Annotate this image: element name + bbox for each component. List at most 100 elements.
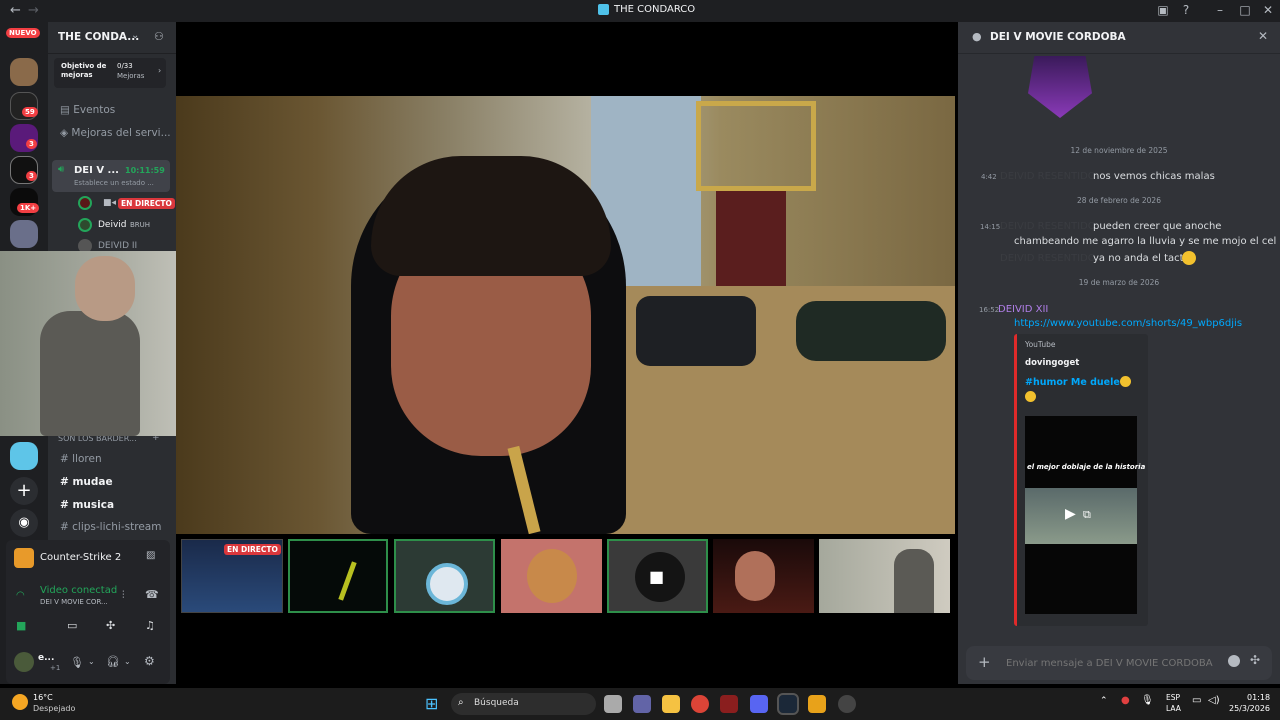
embed-title[interactable]: #humor Me duele [1025, 377, 1120, 388]
play-icon[interactable]: ▶ [1065, 506, 1076, 522]
emoji-picker-icon[interactable] [1228, 655, 1240, 667]
chrome-icon[interactable] [691, 695, 709, 713]
headphones-icon[interactable]: 🎧︎ [106, 655, 120, 668]
voice-channel-item[interactable]: 🔊︎ DEI V ... 10:11:59 Establece un estad… [52, 160, 170, 192]
game-icon[interactable] [808, 695, 826, 713]
boost-goal[interactable]: Objetivo de mejoras 0/33 Mejoras › [54, 58, 166, 88]
add-friend-icon[interactable]: ⚇ [154, 30, 164, 43]
avatar[interactable] [14, 652, 34, 672]
hash-icon: # [60, 453, 73, 465]
moon-weather-icon[interactable] [12, 694, 28, 710]
taskbar-search[interactable]: ⌕ Búsqueda [451, 693, 596, 715]
title-bar: ← → THE CONDARCO ▣ ? – □ ✕ [0, 0, 1280, 22]
windows-start-icon[interactable]: ⊞ [425, 694, 438, 713]
voice-user-name[interactable]: Deivid [98, 220, 127, 230]
weather-temp[interactable]: 16°C [33, 693, 53, 702]
chevron-up-icon[interactable]: ⌃ [1100, 696, 1108, 706]
participant-thumbnail[interactable] [501, 539, 602, 613]
message-author[interactable]: DEIVID RESENTIDO [1000, 171, 1096, 182]
steam-icon[interactable] [777, 693, 799, 715]
voice-connected-status[interactable]: Video conectad [40, 585, 117, 596]
video-stage: EN DIRECTO ■ [176, 22, 955, 684]
chat-app-icon[interactable] [633, 695, 651, 713]
minimize-icon[interactable]: – [1212, 3, 1228, 17]
server-header[interactable]: THE CONDA... ⌄ ⚇ [48, 22, 176, 54]
close-window-icon[interactable]: ✕ [1260, 3, 1276, 17]
app-icon[interactable] [838, 695, 856, 713]
server-icon[interactable] [10, 220, 38, 248]
tray-mic-icon[interactable]: 🎙︎ [1141, 695, 1154, 706]
clock-date[interactable]: 25/3/2026 [1229, 704, 1270, 713]
avatar[interactable] [78, 196, 92, 210]
tray-app-icon[interactable]: ● [1121, 695, 1130, 706]
avatar[interactable] [78, 218, 92, 232]
mention-badge: 59 [22, 107, 38, 117]
game-overlay-icon[interactable]: ▨ [146, 550, 155, 561]
file-explorer-icon[interactable] [662, 695, 680, 713]
text-channel-item[interactable]: # clips-lichi-stream [60, 521, 161, 533]
participant-thumbnail[interactable] [819, 539, 950, 613]
message-author[interactable]: DEIVID RESENTIDO [1000, 253, 1096, 264]
discord-icon[interactable] [750, 695, 768, 713]
chat-header: ● DEI V MOVIE CORDOBA ✕ [958, 22, 1280, 54]
activities-icon[interactable]: ✣ [106, 619, 115, 632]
microphone-icon[interactable]: 🎙︎ [70, 656, 84, 669]
text-channel-item[interactable]: # lloren [60, 453, 102, 465]
maximize-icon[interactable]: □ [1237, 3, 1253, 17]
person-face [735, 551, 775, 601]
participant-thumbnail[interactable] [713, 539, 814, 613]
keyboard-layout[interactable]: LAA [1166, 704, 1181, 713]
participant-thumbnail[interactable]: EN DIRECTO [181, 539, 283, 613]
camera-toggle-icon[interactable]: ■ [16, 619, 26, 632]
text-channel-item[interactable]: # musica [60, 499, 114, 511]
message-composer[interactable]: + ✣ [966, 646, 1272, 680]
settings-gear-icon[interactable]: ⚙ [144, 654, 155, 668]
server-icon[interactable] [10, 442, 38, 470]
chevron-down-icon[interactable]: ⌄ [88, 657, 95, 666]
new-badge: NUEVO [6, 28, 40, 38]
chat-panel: ● DEI V MOVIE CORDOBA ✕ 12 de noviembre … [958, 22, 1280, 684]
voice-user-name[interactable]: DEIVID II [98, 241, 137, 251]
inbox-icon[interactable]: ▣ [1155, 3, 1171, 17]
user-name[interactable]: e... [38, 653, 54, 663]
message-link[interactable]: https://www.youtube.com/shorts/49_wbp6dj… [1014, 318, 1242, 329]
volume-icon[interactable]: ◁) [1208, 695, 1220, 706]
back-arrow-icon[interactable]: ← [10, 3, 21, 18]
clock-time[interactable]: 01:18 [1247, 693, 1270, 702]
close-icon[interactable]: ✕ [1258, 29, 1268, 43]
add-server-icon[interactable]: + [10, 477, 38, 505]
embed-provider[interactable]: YouTube [1025, 340, 1056, 349]
participant-thumbnail[interactable]: ■ [607, 539, 708, 613]
boosts-item[interactable]: ◈ Mejoras del servi... [60, 127, 171, 139]
help-icon[interactable]: ? [1178, 3, 1194, 17]
task-view-icon[interactable] [604, 695, 622, 713]
attach-plus-icon[interactable]: + [978, 653, 991, 671]
open-external-icon[interactable]: ⧉ [1083, 508, 1091, 522]
embed-author[interactable]: dovingoget [1025, 358, 1079, 368]
message-author[interactable]: DEIVID XII [998, 304, 1048, 315]
game-name[interactable]: Counter-Strike 2 [40, 552, 121, 563]
server-icon[interactable] [10, 58, 38, 86]
disconnect-icon[interactable]: ☎ [145, 588, 159, 601]
chevron-down-icon[interactable]: ⌄ [124, 657, 131, 666]
network-icon[interactable]: ▭ [1192, 695, 1201, 706]
forward-arrow-icon[interactable]: → [28, 3, 39, 18]
apps-icon[interactable]: ✣ [1250, 653, 1260, 667]
voice-connected-channel[interactable]: DEI V MOVIE COR... [40, 598, 108, 606]
text-channel-item[interactable]: # mudae [60, 476, 113, 488]
message-input[interactable] [1006, 654, 1226, 672]
keyboard-lang[interactable]: ESP [1166, 693, 1180, 702]
main-video[interactable] [176, 96, 955, 534]
screen-share-icon[interactable]: ▭ [67, 619, 77, 632]
weather-desc[interactable]: Despejado [33, 704, 75, 713]
participant-thumbnail[interactable] [288, 539, 388, 613]
chat-bubble-icon: ● [972, 30, 982, 43]
participant-thumbnail[interactable] [394, 539, 495, 613]
message-author[interactable]: DEIVID RESENTIDO [1000, 221, 1096, 232]
app-icon[interactable] [720, 695, 738, 713]
noise-suppression-icon[interactable]: ⫶ [122, 590, 125, 601]
embed-video[interactable]: el mejor doblaje de la historia ▶ ⧉ [1025, 416, 1145, 614]
discover-icon[interactable]: ◉ [10, 509, 38, 537]
soundboard-icon[interactable]: ♫ [145, 619, 155, 632]
events-item[interactable]: ▤ Eventos [60, 104, 115, 116]
